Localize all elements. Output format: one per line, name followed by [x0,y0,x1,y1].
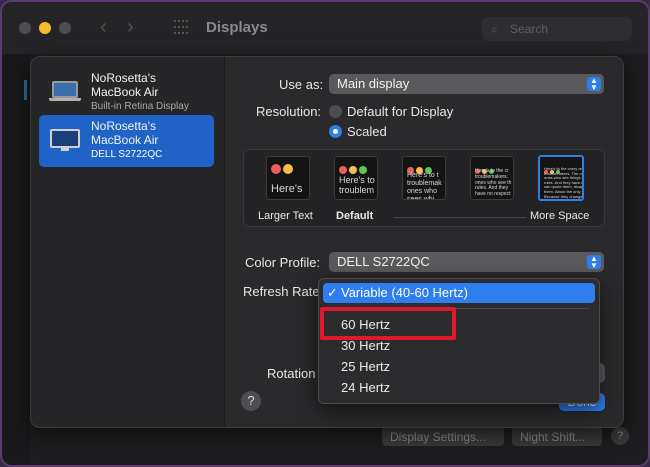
color-profile-popup[interactable]: DELL S2722QC ▲ ▼ [329,252,604,272]
back-arrow-icon[interactable]: ‹ [100,16,107,39]
display-list: NoRosetta's MacBook Air Built-in Retina … [31,57,225,427]
radio-scaled[interactable] [329,125,342,138]
menu-item-variable[interactable]: ✓ Variable (40-60 Hertz) [323,283,595,303]
use-as-value: Main display [337,76,410,91]
background-help-button[interactable]: ? [611,427,629,445]
scale-option-2[interactable]: Here's to troublem [334,156,378,200]
zoom-window-button[interactable] [59,22,71,34]
checkmark-icon: ✓ [327,285,338,300]
scale-option-3[interactable]: Here's to t troublemak ones who sees whi [402,156,446,200]
default-label: Default [336,210,374,222]
use-as-label: Use as: [279,77,324,92]
search-placeholder: Search [510,22,549,36]
rotation-label: Rotation [267,366,316,381]
laptop-icon [49,81,81,103]
display-subtitle: DELL S2722QC [91,149,163,160]
chevron-updown-icon: ▲ ▼ [587,77,601,92]
menu-item-25-hertz[interactable]: 25 Hertz [323,357,595,377]
scale-option-larger-text[interactable]: Here's [266,156,310,200]
refresh-rate-label: Refresh Rate [243,284,320,299]
resolution-label: Resolution: [256,104,322,119]
close-window-button[interactable] [19,22,31,34]
more-space-label: More Space [530,210,590,222]
display-name: NoRosetta's MacBook Air [91,119,159,147]
monitor-icon [49,129,81,151]
radio-default-for-display[interactable] [329,105,342,118]
display-item-builtin[interactable]: NoRosetta's MacBook Air Built-in Retina … [39,67,214,119]
display-settings-button[interactable]: Display Settings... [382,427,504,446]
scaled-resolution-picker: Here's Here's to troublem Here's to t tr… [243,149,605,227]
color-profile-value: DELL S2722QC [337,254,430,269]
display-subtitle: Built-in Retina Display [91,101,189,112]
highlight-annotation-box [320,307,456,340]
display-item-dell[interactable]: NoRosetta's MacBook Air DELL S2722QC [39,115,214,167]
refresh-rate-menu: ✓ Variable (40-60 Hertz) 60 Hertz 30 Her… [318,278,600,404]
displays-window: ‹ › Displays ⌕ Search Display Settings..… [0,0,650,467]
default-for-display-label: Default for Display [347,104,454,119]
minimize-window-button[interactable] [39,22,51,34]
window-title: Displays [206,19,268,36]
larger-text-label: Larger Text [258,210,313,222]
search-icon: ⌕ [491,22,498,36]
display-name: NoRosetta's MacBook Air [91,71,159,99]
show-all-grid-icon[interactable] [174,20,190,36]
menu-item-24-hertz[interactable]: 24 Hertz [323,378,595,398]
background-sidebar [2,54,30,465]
title-bar: ‹ › Displays ⌕ Search [2,2,648,54]
scaled-label: Scaled [347,124,387,139]
search-input[interactable]: ⌕ Search [482,17,632,41]
night-shift-button[interactable]: Night Shift... [512,427,602,446]
chevron-updown-icon: ▲ ▼ [587,255,601,270]
scale-option-4[interactable]: Here's to the cr troublemakers. ones who… [470,156,514,200]
forward-arrow-icon[interactable]: › [127,16,134,39]
color-profile-label: Color Profile: [245,255,321,270]
scale-track [394,217,526,218]
use-as-popup[interactable]: Main display ▲ ▼ [329,74,604,94]
background-selection-accent [24,80,27,100]
scale-option-more-space[interactable]: Here's to the crazy one troublemakers. T… [538,155,584,201]
help-button[interactable]: ? [241,391,261,411]
